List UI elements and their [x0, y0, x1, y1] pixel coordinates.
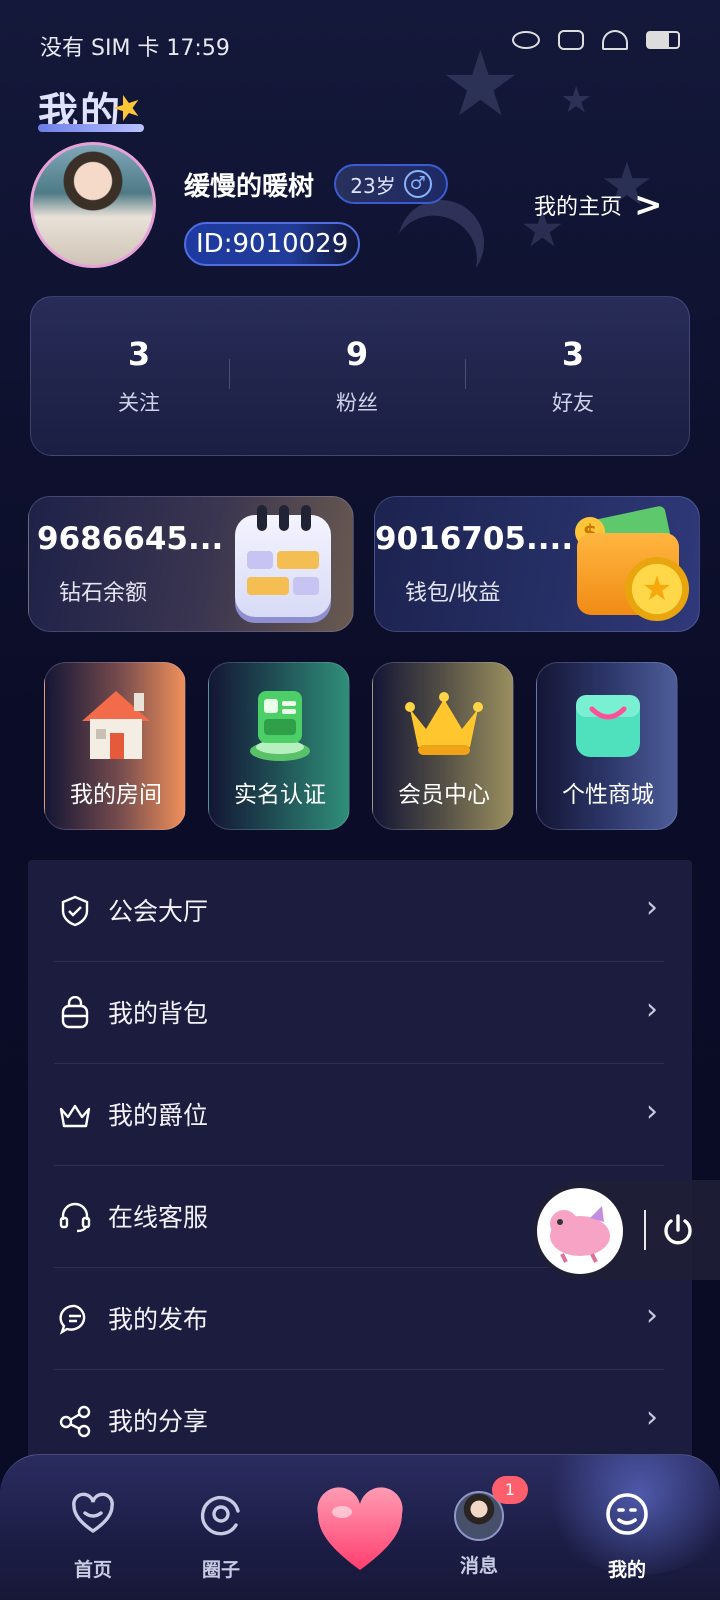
- homepage-link-label: 我的主页: [534, 195, 623, 220]
- backpack-icon: [61, 996, 89, 1029]
- nav-mine[interactable]: 我的: [572, 1491, 682, 1582]
- menu-item-guild-hall[interactable]: 公会大厅 ›: [28, 860, 692, 962]
- status-bar: 没有 SIM 卡 17:59: [0, 0, 720, 90]
- tile-label: 个性商城: [562, 782, 654, 808]
- menu-item-my-posts[interactable]: 我的发布 ›: [28, 1268, 692, 1370]
- menu-label: 我的分享: [108, 1407, 209, 1436]
- menu-item-backpack[interactable]: 我的背包 ›: [28, 962, 692, 1064]
- stat-value: 3: [127, 335, 151, 373]
- male-gender-icon: ♂: [403, 170, 432, 198]
- smile-face-icon: [606, 1493, 648, 1535]
- star-coin-icon: ★: [625, 557, 689, 621]
- crown-outline-icon: [59, 1104, 91, 1128]
- avatar[interactable]: [30, 142, 156, 268]
- tile-real-name-verification[interactable]: 实名认证: [208, 662, 350, 830]
- star-decoration: ★: [440, 32, 521, 137]
- chevron-right-icon: ›: [646, 890, 658, 925]
- menu-label: 在线客服: [108, 1203, 209, 1232]
- wallet-income-card[interactable]: 9016705.... 钱包/收益 $ ★: [374, 496, 700, 632]
- user-id-badge: ID:9010029: [184, 222, 361, 266]
- stat-fans[interactable]: 9 粉丝: [277, 335, 437, 417]
- chat-bubble-icon: [59, 1304, 86, 1335]
- nav-home[interactable]: 首页: [38, 1491, 148, 1582]
- power-icon[interactable]: [660, 1212, 696, 1248]
- heart-button-icon[interactable]: [312, 1482, 408, 1578]
- stats-card: 3 关注 9 粉丝 3 好友: [30, 296, 690, 456]
- tile-my-room[interactable]: 我的房间: [44, 662, 186, 830]
- tile-personal-mall[interactable]: 个性商城: [536, 662, 678, 830]
- stat-label: 粉丝: [336, 391, 378, 415]
- crown-icon: [405, 692, 483, 755]
- tile-vip-center[interactable]: 会员中心: [372, 662, 514, 830]
- status-text: 没有 SIM 卡 17:59: [40, 36, 230, 61]
- status-icons: [512, 30, 680, 50]
- nav-label: 消息: [459, 1555, 498, 1577]
- stat-friends[interactable]: 3 好友: [493, 335, 653, 417]
- battery-icon: [646, 31, 680, 49]
- diamond-balance-card[interactable]: 9686645... 钻石余额: [28, 496, 354, 632]
- calendar-icon: [235, 505, 331, 617]
- tile-label: 我的房间: [70, 782, 162, 808]
- menu-label: 公会大厅: [108, 897, 209, 926]
- star-decoration: ★: [560, 80, 593, 121]
- signal-icon: [558, 30, 584, 50]
- share-icon: [59, 1405, 91, 1438]
- wallet-balance-label: 钱包/收益: [405, 581, 501, 606]
- shopping-bag-icon: [576, 695, 640, 757]
- stat-divider: [229, 359, 230, 389]
- tile-label: 会员中心: [398, 782, 490, 808]
- chevron-right-icon: >: [634, 185, 663, 225]
- floating-room-avatar[interactable]: [537, 1188, 623, 1274]
- wallet-balance-value: 9016705....: [375, 521, 574, 557]
- my-homepage-link[interactable]: 我的主页 >: [534, 188, 663, 222]
- age-text: 23岁: [350, 173, 396, 198]
- chevron-right-icon: ›: [646, 1298, 658, 1333]
- age-badge: 23岁 ♂: [334, 164, 448, 204]
- username: 缓慢的暖树: [184, 172, 315, 202]
- nav-circle[interactable]: 圈子: [166, 1491, 276, 1582]
- wifi-icon: [602, 30, 628, 50]
- message-count-badge: 1: [492, 1476, 528, 1504]
- id-card-icon: [250, 691, 310, 761]
- menu-label: 我的背包: [108, 999, 209, 1028]
- menu-label: 我的发布: [108, 1305, 209, 1334]
- shield-icon: [61, 895, 89, 927]
- stat-label: 好友: [552, 391, 594, 415]
- chevron-right-icon: ›: [646, 1400, 658, 1435]
- floating-divider: [644, 1210, 646, 1250]
- diamond-balance-label: 钻石余额: [59, 581, 148, 606]
- menu-label: 我的爵位: [108, 1101, 209, 1130]
- chevron-right-icon: ›: [646, 992, 658, 1027]
- menu-item-nobility[interactable]: 我的爵位 ›: [28, 1064, 692, 1166]
- nav-label: 我的: [607, 1559, 646, 1581]
- nav-label: 圈子: [201, 1559, 240, 1581]
- chevron-right-icon: ›: [646, 1094, 658, 1129]
- nav-label: 首页: [73, 1559, 112, 1581]
- heart-home-icon: [72, 1492, 114, 1534]
- stat-value: 3: [561, 335, 585, 373]
- stat-divider: [465, 359, 466, 389]
- circle-at-icon: [200, 1495, 240, 1536]
- diamond-balance-value: 9686645...: [37, 521, 224, 557]
- house-icon: [82, 691, 150, 759]
- stat-value: 9: [345, 335, 369, 373]
- nav-messages[interactable]: 消息: [424, 1491, 534, 1578]
- stat-following[interactable]: 3 关注: [59, 335, 219, 417]
- stat-label: 关注: [118, 391, 160, 415]
- pink-creature-icon: [550, 1206, 610, 1263]
- headset-icon: [59, 1202, 91, 1233]
- tile-label: 实名认证: [234, 782, 326, 808]
